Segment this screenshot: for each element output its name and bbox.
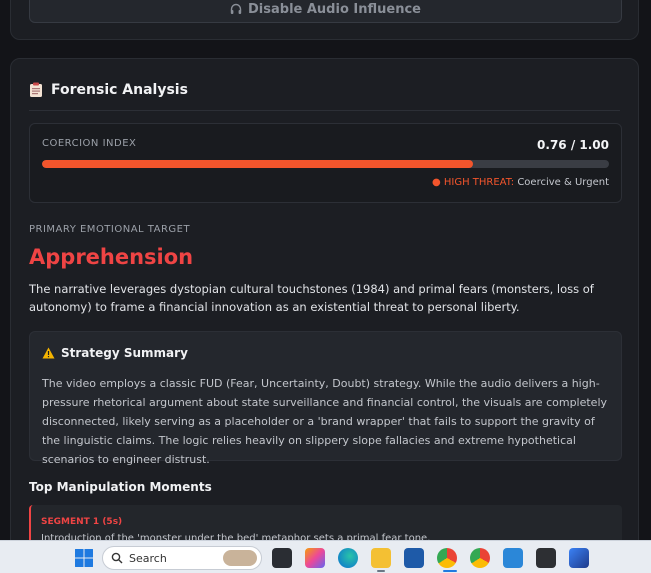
search-icon <box>111 552 123 564</box>
disable-audio-influence-label: Disable Audio Influence <box>248 1 421 17</box>
coercion-index-value: 0.76 / 1.00 <box>537 138 609 152</box>
coercion-index-label: COERCION INDEX <box>42 138 137 149</box>
file-explorer-icon[interactable] <box>371 548 391 568</box>
primary-target-label: PRIMARY EMOTIONAL TARGET <box>29 224 191 235</box>
primary-target-value: Apprehension <box>29 245 194 269</box>
terminal-icon[interactable] <box>536 548 556 568</box>
audio-card: Disable Audio Influence <box>10 0 639 40</box>
strategy-summary-header: Strategy Summary <box>42 346 188 360</box>
photos-icon[interactable] <box>569 548 589 568</box>
edge-icon[interactable] <box>338 548 358 568</box>
coercion-bar-track <box>42 160 609 168</box>
threat-level: HIGH THREAT: <box>443 177 515 188</box>
chrome-profile-icon[interactable] <box>470 548 490 568</box>
segment-title: SEGMENT 1 (5s) <box>41 517 123 527</box>
forensic-analysis-card: Forensic Analysis COERCION INDEX 0.76 / … <box>10 58 639 573</box>
taskbar-search[interactable]: Search <box>102 546 262 570</box>
card-header: Forensic Analysis <box>29 79 620 111</box>
coercion-index-panel: COERCION INDEX 0.76 / 1.00 ● HIGH THREAT… <box>29 123 622 203</box>
strategy-summary-text: The video employs a classic FUD (Fear, U… <box>42 377 608 466</box>
clipboard-icon <box>30 82 42 97</box>
windows-start-icon[interactable] <box>74 548 94 568</box>
card-title: Forensic Analysis <box>51 81 188 98</box>
vscode-icon[interactable] <box>503 548 523 568</box>
warning-icon <box>42 347 55 359</box>
chrome-active-indicator <box>443 570 457 572</box>
threat-description: Coercive & Urgent <box>517 177 609 188</box>
primary-target-description: The narrative leverages dystopian cultur… <box>29 282 594 314</box>
windows-taskbar: Search <box>0 540 651 573</box>
disable-audio-influence-button[interactable]: Disable Audio Influence <box>29 0 622 23</box>
search-placeholder: Search <box>129 551 167 565</box>
top-manipulation-moments-title: Top Manipulation Moments <box>29 480 212 494</box>
strategy-summary-title: Strategy Summary <box>61 346 188 360</box>
task-view-icon[interactable] <box>272 548 292 568</box>
coercion-bar-fill <box>42 160 473 168</box>
threat-status: ● HIGH THREAT: Coercive & Urgent <box>432 177 609 188</box>
chrome-icon[interactable] <box>437 548 457 568</box>
store-icon[interactable] <box>404 548 424 568</box>
search-highlight-image <box>223 550 257 566</box>
copilot-icon[interactable] <box>305 548 325 568</box>
file-explorer-running-indicator <box>377 570 385 572</box>
threat-bullet: ● <box>431 177 441 188</box>
headphones-icon <box>230 3 242 14</box>
strategy-summary-panel: Strategy Summary The video employs a cla… <box>29 331 622 466</box>
